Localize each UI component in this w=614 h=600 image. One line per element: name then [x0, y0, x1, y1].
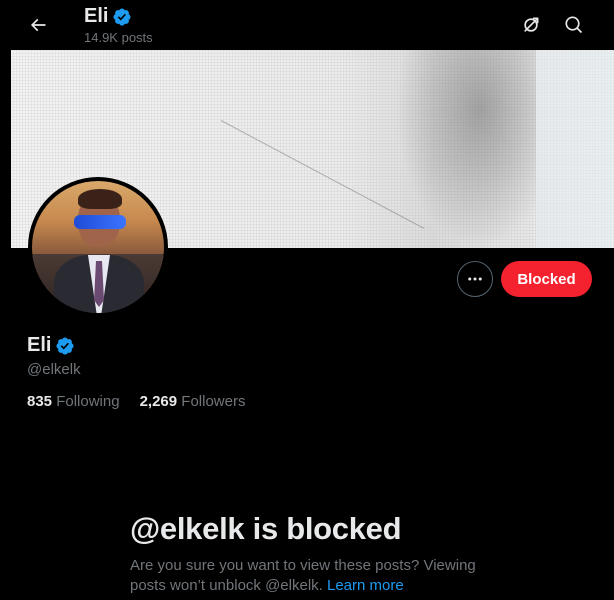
avatar[interactable] — [28, 177, 168, 317]
verified-badge-icon — [56, 336, 74, 355]
header-name: Eli — [84, 5, 109, 27]
more-options-button[interactable] — [457, 261, 493, 297]
back-arrow-icon — [30, 18, 46, 32]
posts-count: 14.9K posts — [84, 30, 153, 45]
following-link[interactable]: 835 Following — [27, 393, 120, 410]
followers-link[interactable]: 2,269 Followers — [140, 393, 246, 410]
follow-stats: 835 Following 2,269 Followers — [27, 393, 245, 410]
banner-decoration — [220, 120, 425, 229]
more-dots-icon — [468, 277, 482, 281]
profile-name-row: Eli — [27, 334, 75, 357]
verified-badge-icon — [113, 7, 131, 26]
grok-button[interactable] — [513, 7, 549, 43]
grok-icon — [524, 17, 539, 32]
search-button[interactable] — [556, 7, 592, 43]
learn-more-link[interactable]: Learn more — [327, 577, 404, 594]
header-title: Eli — [84, 5, 132, 28]
blocked-title: @elkelk is blocked — [130, 511, 402, 546]
banner-edge — [536, 50, 614, 248]
profile-handle: @elkelk — [27, 361, 81, 378]
following-label: Following — [56, 393, 120, 410]
banner-figure — [396, 50, 536, 248]
profile-name: Eli — [27, 334, 52, 356]
blocked-button[interactable]: Blocked — [501, 261, 592, 297]
blocked-description: Are you sure you want to view these post… — [130, 556, 500, 596]
blocked-description-text: Are you sure you want to view these post… — [130, 557, 476, 594]
back-button[interactable] — [20, 7, 56, 43]
followers-label: Followers — [181, 393, 246, 410]
following-count: 835 — [27, 393, 53, 410]
avatar-photo — [32, 181, 164, 313]
top-bar: Eli 14.9K posts — [0, 0, 614, 50]
search-icon — [565, 16, 583, 34]
followers-count: 2,269 — [139, 393, 178, 410]
